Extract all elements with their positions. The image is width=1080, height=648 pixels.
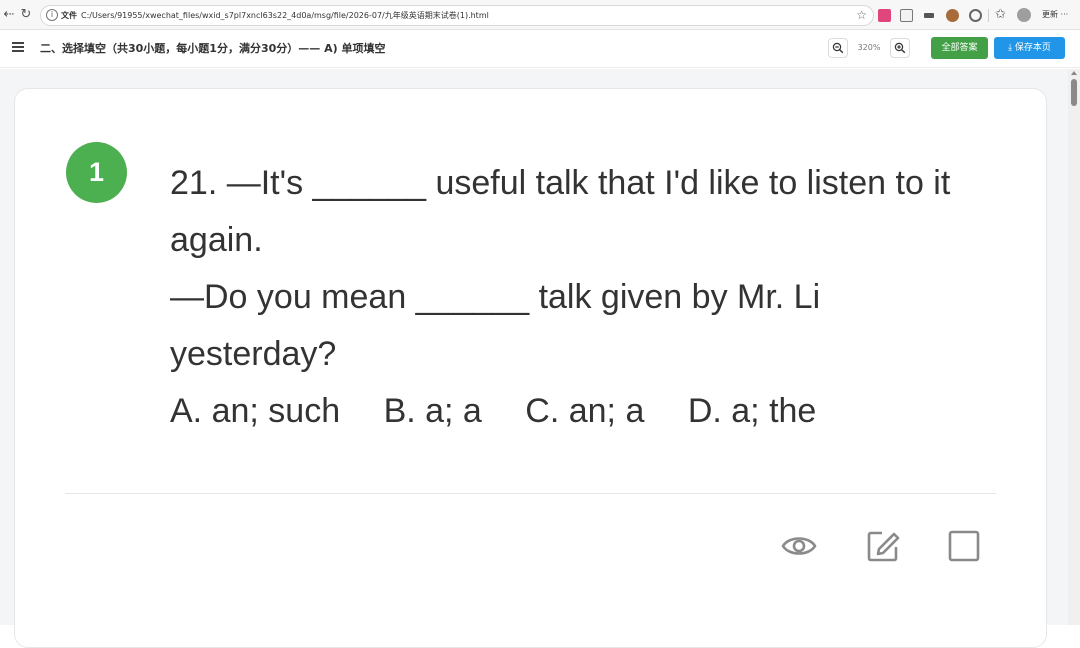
zoom-out-button[interactable]	[828, 38, 848, 58]
answer-options: A. an; such B. a; a C. an; a D. a; the	[170, 383, 1000, 440]
info-icon[interactable]: i	[46, 9, 58, 21]
reader-icon[interactable]	[900, 9, 913, 22]
question-line: again.	[170, 221, 263, 259]
profile-avatar[interactable]	[1017, 8, 1031, 22]
option-b[interactable]: B. a; a	[384, 383, 482, 440]
address-bar[interactable]: i 文件 C:/Users/91955/xwechat_files/wxid_s…	[40, 5, 874, 26]
question-line: yesterday?	[170, 335, 337, 373]
bookmark-star-icon[interactable]: ☆	[856, 8, 867, 23]
battery-icon[interactable]	[924, 13, 934, 18]
zoom-level: 320%	[857, 43, 881, 52]
question-line: 21. —It's ______ useful talk that I'd li…	[170, 164, 951, 202]
section-title: 二、选择填空（共30小题，每小题1分，满分30分）—— A) 单项填空	[40, 42, 386, 55]
sync-icon[interactable]	[969, 9, 982, 22]
zoom-out-icon	[832, 42, 844, 54]
browser-chrome: ⇠ ↻ i 文件 C:/Users/91955/xwechat_files/wx…	[0, 0, 1080, 30]
toolbar-divider	[988, 9, 989, 22]
question-number-badge: 1	[66, 142, 127, 203]
eye-icon	[781, 537, 817, 555]
page-area: 1 21. —It's ______ useful talk that I'd …	[0, 69, 1068, 648]
mark-question-checkbox[interactable]	[946, 528, 982, 564]
checkbox-icon	[948, 530, 980, 562]
scroll-up-arrow-icon[interactable]	[1071, 71, 1077, 75]
show-all-answers-button[interactable]: 全部答案	[931, 37, 988, 59]
question-line: —Do you mean ______ talk given by Mr. Li	[170, 278, 821, 316]
menu-icon[interactable]	[12, 42, 24, 52]
save-page-button[interactable]: ⤓ 保存本页	[994, 37, 1065, 59]
protocol-label: 文件	[61, 11, 77, 20]
zoom-in-button[interactable]	[890, 38, 910, 58]
option-a[interactable]: A. an; such	[170, 383, 340, 440]
edit-note-button[interactable]	[865, 528, 901, 564]
reload-icon[interactable]: ↻	[17, 6, 35, 24]
cookie-icon[interactable]	[946, 9, 959, 22]
extension-icon[interactable]	[878, 9, 891, 22]
favorites-icon[interactable]: ✩	[995, 6, 1006, 24]
zoom-in-icon	[894, 42, 906, 54]
vertical-scrollbar[interactable]	[1068, 69, 1080, 625]
show-answer-button[interactable]	[781, 528, 817, 564]
url-text[interactable]: C:/Users/91955/xwechat_files/wxid_s7pl7x…	[81, 9, 489, 23]
card-divider	[65, 493, 996, 494]
question-text: 21. —It's ______ useful talk that I'd li…	[170, 155, 1000, 440]
question-card: 1 21. —It's ______ useful talk that I'd …	[14, 88, 1047, 648]
app-toolbar: 二、选择填空（共30小题，每小题1分，满分30分）—— A) 单项填空 320%…	[0, 30, 1080, 68]
scrollbar-thumb[interactable]	[1071, 79, 1077, 106]
update-button[interactable]: 更新 ···	[1042, 9, 1068, 21]
option-d[interactable]: D. a; the	[688, 383, 817, 440]
edit-icon	[867, 531, 900, 562]
back-icon[interactable]: ⇠	[0, 6, 18, 24]
option-c[interactable]: C. an; a	[525, 383, 644, 440]
